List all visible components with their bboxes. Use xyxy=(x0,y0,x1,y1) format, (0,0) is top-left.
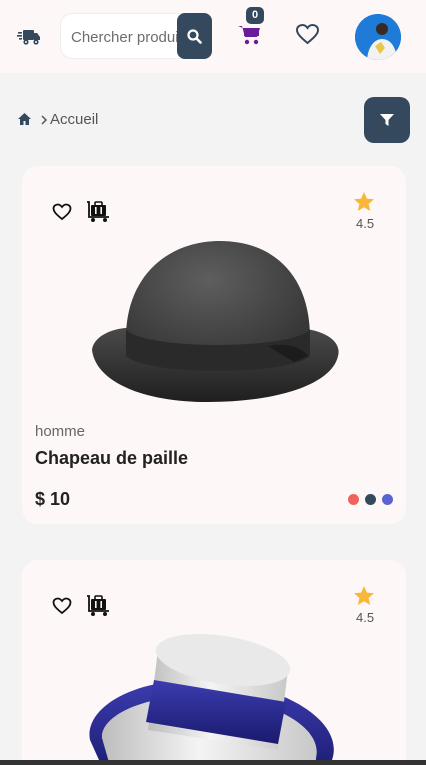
truck-icon[interactable] xyxy=(17,25,41,47)
top-bar: 0 xyxy=(0,0,426,73)
filter-icon xyxy=(380,114,394,126)
product-image[interactable] xyxy=(88,238,342,406)
heart-icon[interactable] xyxy=(295,23,320,46)
avatar[interactable] xyxy=(355,14,401,60)
product-name[interactable]: Chapeau de paille xyxy=(35,448,188,469)
wishlist-heart-icon[interactable] xyxy=(52,203,72,221)
product-image[interactable] xyxy=(88,630,348,765)
product-card[interactable]: 4.5 homme Chapeau de paille $ 10 xyxy=(22,166,406,524)
home-icon[interactable] xyxy=(17,112,32,126)
bottom-edge xyxy=(0,760,426,765)
rating-value: 4.5 xyxy=(356,610,375,625)
color-swatch-red[interactable] xyxy=(348,494,359,505)
wishlist-heart-icon[interactable] xyxy=(52,597,72,615)
filter-button[interactable] xyxy=(364,97,410,143)
cart-icon[interactable] xyxy=(238,24,262,46)
product-card[interactable]: 4.5 xyxy=(22,560,406,765)
rating-value: 4.5 xyxy=(356,216,375,231)
luggage-cart-icon[interactable] xyxy=(86,201,110,223)
color-swatch-blue[interactable] xyxy=(382,494,393,505)
product-category: homme xyxy=(35,423,86,440)
search-input[interactable] xyxy=(71,27,177,47)
search-button[interactable] xyxy=(177,13,212,59)
breadcrumb-current[interactable]: Accueil xyxy=(50,111,98,128)
product-price: $ 10 xyxy=(35,489,71,509)
color-swatch-dark[interactable] xyxy=(365,494,376,505)
chevron-right-icon xyxy=(41,115,48,125)
star-icon xyxy=(354,192,374,211)
star-icon xyxy=(354,586,374,605)
luggage-cart-icon[interactable] xyxy=(86,595,110,617)
cart-count-badge: 0 xyxy=(246,7,264,24)
search-icon xyxy=(187,28,202,44)
